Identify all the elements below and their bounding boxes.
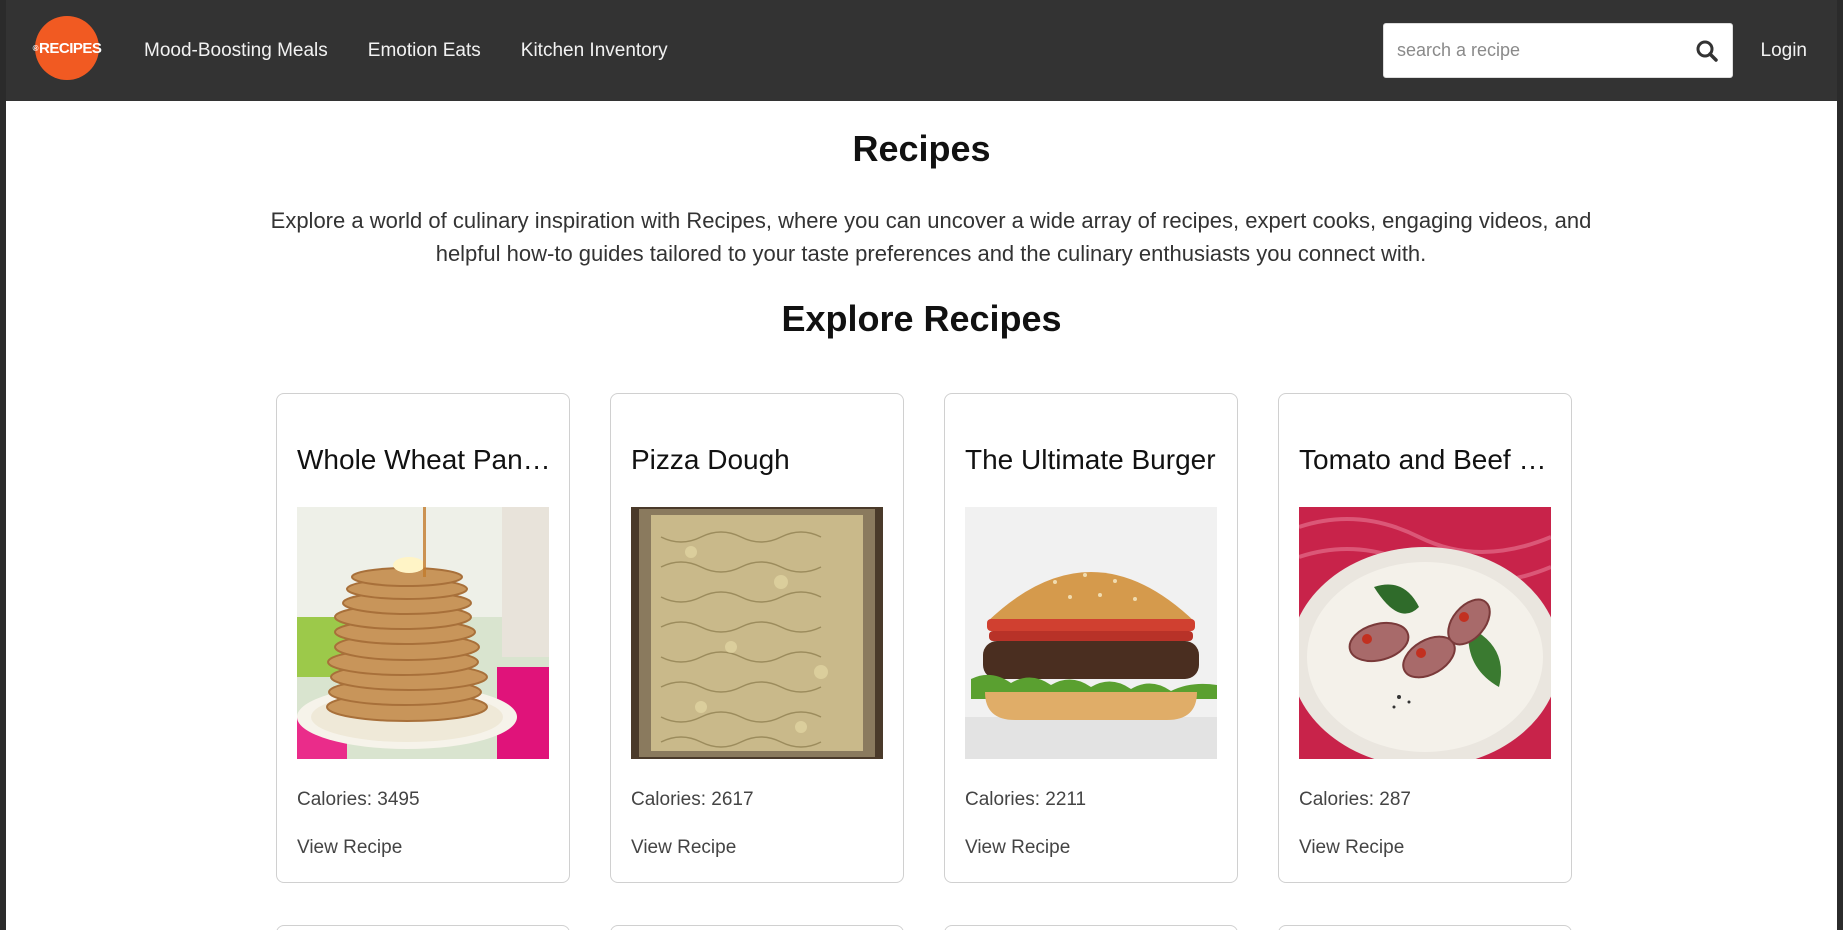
nav-links: Mood-Boosting Meals Emotion Eats Kitchen… [144, 0, 708, 101]
nav-link-emotion-eats[interactable]: Emotion Eats [368, 40, 481, 62]
nav-link-kitchen-inventory[interactable]: Kitchen Inventory [521, 40, 668, 62]
beef-rolls-photo[interactable] [1299, 507, 1551, 759]
search-box [1383, 23, 1733, 78]
burger-photo[interactable] [965, 507, 1217, 759]
recipe-card[interactable]: The Ultimate Burger Calories: 2211 View … [944, 393, 1238, 883]
recipe-card[interactable] [944, 925, 1238, 930]
recipe-card-title: Whole Wheat Pancakes [297, 444, 552, 475]
pancakes-photo[interactable] [297, 507, 549, 759]
view-recipe-link[interactable]: View Recipe [1299, 837, 1404, 859]
navbar: ® RECIPES Mood-Boosting Meals Emotion Eat… [6, 0, 1837, 101]
search-input[interactable] [1384, 24, 1682, 77]
page-title: Recipes [852, 128, 991, 169]
recipe-card-title: Pizza Dough [631, 444, 790, 475]
search-button[interactable] [1682, 24, 1732, 77]
recipe-card-calories: Calories: 287 [1299, 789, 1411, 810]
search-icon [1696, 40, 1718, 62]
logo-text: RECIPES [39, 39, 102, 57]
view-recipe-link[interactable]: View Recipe [297, 837, 402, 859]
recipe-card[interactable]: Whole Wheat Pancakes [276, 393, 570, 883]
site-logo[interactable]: ® RECIPES [32, 16, 102, 80]
recipe-card-calories: Calories: 3495 [297, 789, 420, 810]
recipe-card[interactable] [1278, 925, 1572, 930]
page: ® RECIPES Mood-Boosting Meals Emotion Eat… [0, 0, 1843, 930]
recipe-card-calories: Calories: 2211 [965, 789, 1087, 810]
recipe-card[interactable]: Pizza Dough Calories: 2617 View Recipe [610, 393, 904, 883]
view-recipe-link[interactable]: View Recipe [631, 837, 736, 859]
page-description: Explore a world of culinary inspiration … [270, 208, 1592, 266]
recipe-card[interactable] [610, 925, 904, 930]
pizza-dough-photo[interactable] [631, 507, 883, 759]
nav-link-mood-boosting-meals[interactable]: Mood-Boosting Meals [144, 40, 328, 62]
section-title: Explore Recipes [781, 298, 1062, 339]
recipe-card-title: Tomato and Beef Rolls [1299, 444, 1554, 475]
logo-mark: ® [32, 43, 39, 53]
recipe-card-title: The Ultimate Burger [965, 444, 1216, 475]
view-recipe-link[interactable]: View Recipe [965, 837, 1070, 859]
login-link[interactable]: Login [1761, 0, 1808, 101]
recipe-card-calories: Calories: 2617 [631, 789, 754, 810]
recipe-card[interactable]: Tomato and Beef Rolls Calories: 287 View… [1278, 393, 1572, 883]
recipe-card[interactable] [276, 925, 570, 930]
